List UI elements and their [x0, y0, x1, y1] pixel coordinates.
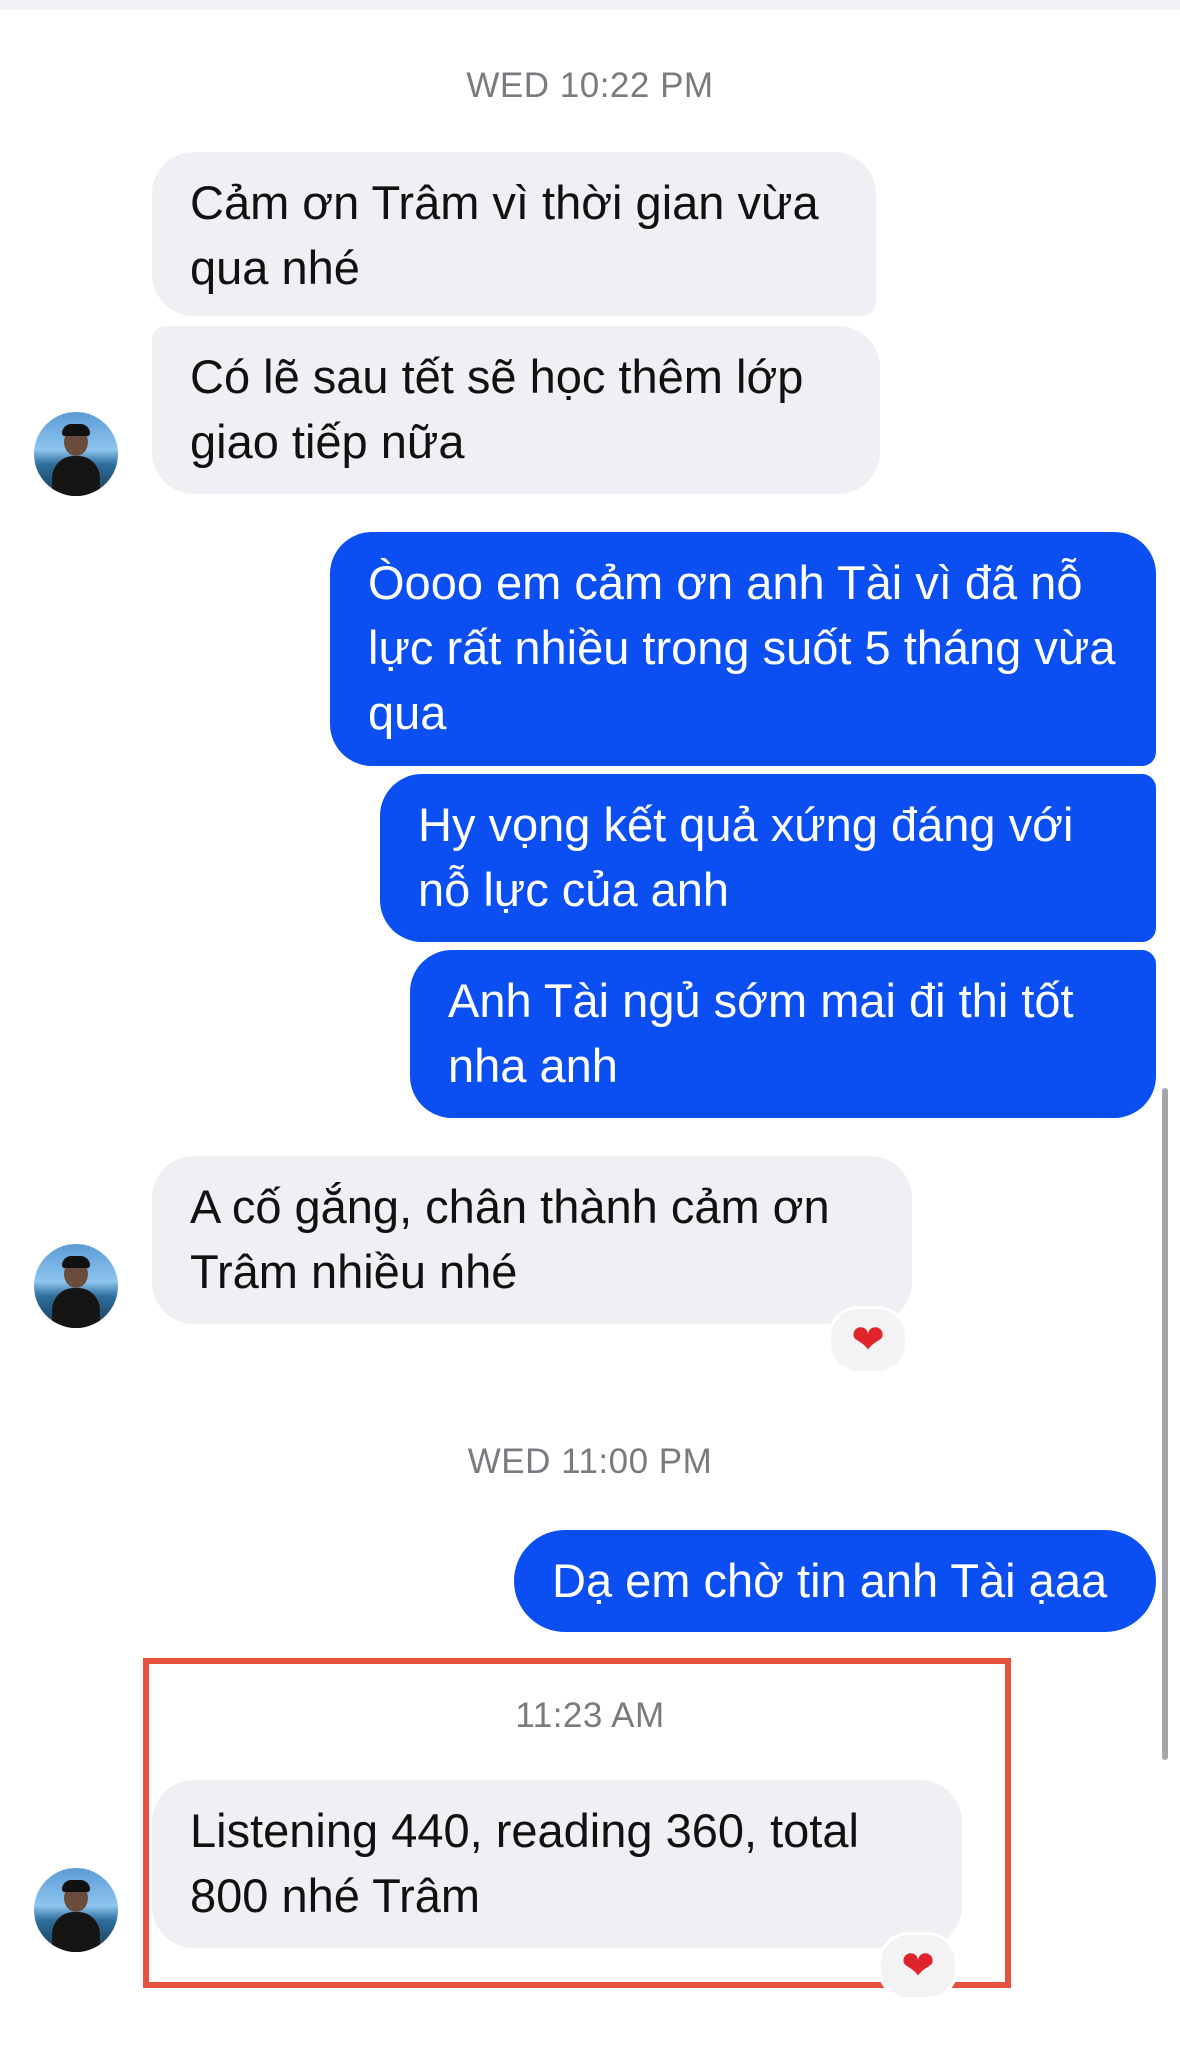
timestamp: 11:23 AM — [515, 1696, 665, 1735]
avatar-figure — [52, 456, 100, 496]
message-text: Cảm ơn Trâm vì thời gian vừa qua nhé — [190, 176, 819, 294]
message-bubble-incoming[interactable]: Listening 440, reading 360, total 800 nh… — [152, 1780, 962, 1948]
message-bubble-incoming[interactable]: Có lẽ sau tết sẽ học thêm lớp giao tiếp … — [152, 326, 880, 494]
timestamp: WED 10:22 PM — [466, 66, 714, 105]
message-bubble-outgoing[interactable]: Òooo em cảm ơn anh Tài vì đã nỗ lực rất … — [330, 532, 1156, 766]
contact-avatar[interactable] — [34, 1868, 118, 1952]
contact-avatar[interactable] — [34, 412, 118, 496]
avatar-figure — [52, 1288, 100, 1328]
message-text: Hy vọng kết quả xứng đáng với nỗ lực của… — [418, 798, 1074, 916]
avatar-hair — [62, 1256, 90, 1268]
message-text: Dạ em chờ tin anh Tài ạaa — [552, 1554, 1108, 1607]
message-text: A cố gắng, chân thành cảm ơn Trâm nhiều … — [190, 1180, 830, 1298]
message-bubble-incoming[interactable]: Cảm ơn Trâm vì thời gian vừa qua nhé — [152, 152, 876, 316]
timestamp: WED 11:00 PM — [467, 1442, 713, 1481]
message-bubble-outgoing[interactable]: Dạ em chờ tin anh Tài ạaa — [514, 1530, 1156, 1632]
avatar-hair — [62, 1880, 90, 1892]
message-text: Listening 440, reading 360, total 800 nh… — [190, 1804, 859, 1922]
heart-reaction-icon[interactable]: ❤ — [878, 1932, 958, 2000]
scrollbar[interactable] — [1162, 1088, 1168, 1760]
avatar-figure — [52, 1912, 100, 1952]
message-bubble-incoming[interactable]: A cố gắng, chân thành cảm ơn Trâm nhiều … — [152, 1156, 912, 1324]
top-bar-edge — [0, 0, 1180, 10]
contact-avatar[interactable] — [34, 1244, 118, 1328]
heart-reaction-icon[interactable]: ❤ — [828, 1306, 908, 1374]
message-text: Anh Tài ngủ sớm mai đi thi tốt nha anh — [448, 974, 1074, 1092]
message-bubble-outgoing[interactable]: Hy vọng kết quả xứng đáng với nỗ lực của… — [380, 774, 1156, 942]
message-bubble-outgoing[interactable]: Anh Tài ngủ sớm mai đi thi tốt nha anh — [410, 950, 1156, 1118]
message-text: Òooo em cảm ơn anh Tài vì đã nỗ lực rất … — [368, 556, 1116, 739]
message-text: Có lẽ sau tết sẽ học thêm lớp giao tiếp … — [190, 350, 804, 468]
avatar-hair — [62, 424, 90, 436]
